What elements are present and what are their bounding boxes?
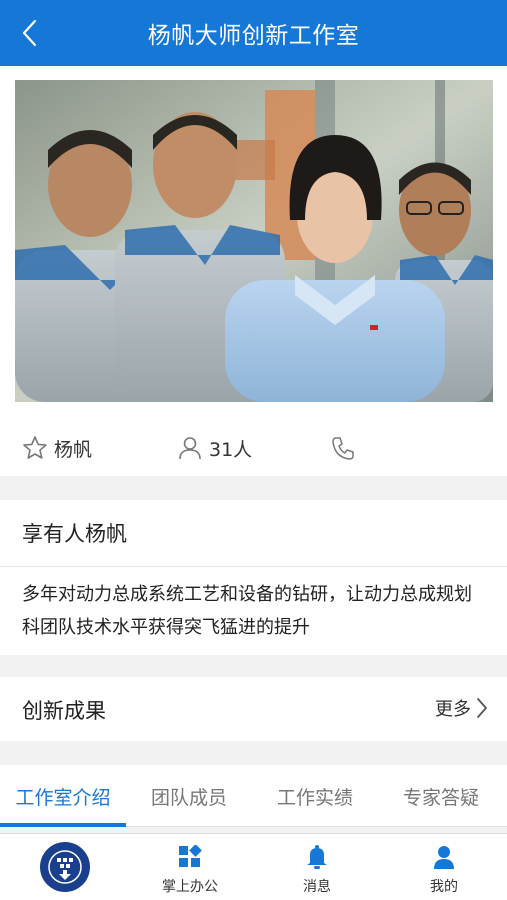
page-title: 杨帆大师创新工作室: [147, 23, 360, 49]
active-tab-indicator: [0, 823, 126, 827]
chevron-right-icon: [477, 698, 487, 718]
bottom-navigation: 掌上办公 消息 我的: [0, 833, 507, 900]
nav-mine[interactable]: 我的: [381, 834, 507, 900]
team-photo: [15, 80, 493, 402]
owner-card: 享有人杨帆 多年对动力总成系统工艺和设备的钻研，让动力总成规划科团队技术水平获得…: [0, 500, 507, 655]
star-outline-icon[interactable]: [22, 435, 48, 461]
nav-messages[interactable]: 消息: [254, 834, 380, 900]
results-title: 创新成果: [22, 699, 106, 723]
nav-label: 消息: [303, 879, 331, 895]
owner-title: 享有人杨帆: [22, 522, 127, 546]
grid-icon: [179, 845, 202, 867]
more-link[interactable]: 更多: [435, 693, 489, 723]
back-button[interactable]: [10, 13, 50, 53]
innovation-results-section: 创新成果 更多: [0, 677, 507, 741]
tab-studio-intro[interactable]: 工作室介绍: [0, 765, 126, 827]
divider: [0, 566, 507, 567]
tab-expert-qa[interactable]: 专家答疑: [378, 765, 504, 827]
logo-icon: [40, 842, 90, 892]
phone-icon: [332, 437, 354, 460]
user-icon: [434, 846, 454, 869]
nav-home[interactable]: [0, 834, 126, 900]
studio-card: [0, 66, 507, 476]
owner-description: 多年对动力总成系统工艺和设备的钻研，让动力总成规划科团队技术水平获得突飞猛进的提…: [22, 584, 472, 638]
nav-label: 掌上办公: [162, 879, 218, 895]
member-count: 31人: [209, 438, 253, 461]
nav-label: 我的: [430, 879, 458, 895]
tab-work-achievements[interactable]: 工作实绩: [252, 765, 378, 827]
phone-button[interactable]: [330, 420, 362, 476]
more-label: 更多: [435, 699, 471, 720]
person-icon: [179, 437, 201, 460]
member-count-info: 31人: [177, 420, 252, 476]
app-header: 杨帆大师创新工作室: [0, 0, 507, 66]
leader-name: 杨帆: [54, 438, 93, 461]
nav-mobile-office[interactable]: 掌上办公: [127, 834, 253, 900]
leader-info: 杨帆: [22, 420, 92, 476]
tab-team-members[interactable]: 团队成员: [126, 765, 252, 827]
bell-icon: [307, 845, 327, 869]
chevron-left-icon: [22, 19, 37, 47]
tab-bar: 工作室介绍 团队成员 工作实绩 专家答疑: [0, 765, 507, 827]
studio-info-row: 杨帆 31人: [0, 420, 507, 476]
